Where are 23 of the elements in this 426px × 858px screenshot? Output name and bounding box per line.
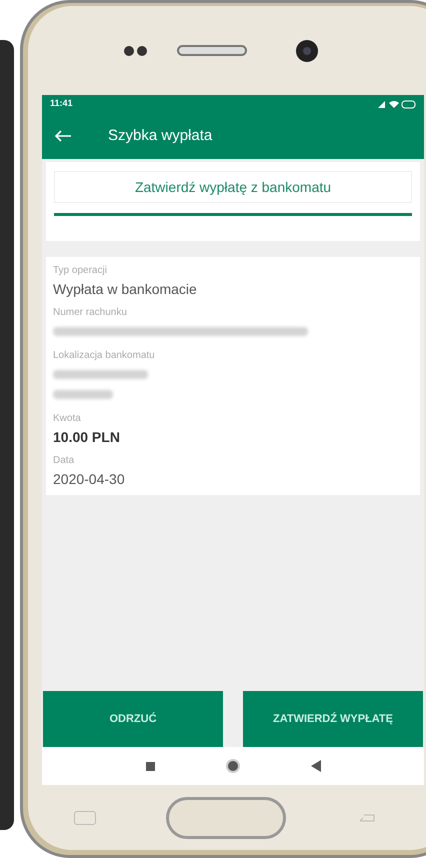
field-value: 2020-04-30: [53, 470, 126, 489]
recents-icon[interactable]: [146, 762, 154, 770]
field-label: Typ operacji: [53, 264, 108, 278]
home-icon[interactable]: [224, 758, 240, 774]
recents-key-icon: [74, 810, 96, 824]
field-label: Kwota: [53, 412, 82, 426]
sensor-dots-icon: [123, 44, 149, 56]
field-label: Data: [53, 454, 76, 468]
camera-icon: [295, 38, 319, 62]
field-label: Numer rachunku: [53, 306, 128, 320]
blurred-text: [53, 390, 113, 399]
field-value: 10.00 PLN: [53, 428, 121, 447]
action-button[interactable]: ZATWIERDŹ WYPŁATĘ: [243, 691, 423, 747]
back-arrow-icon[interactable]: [54, 130, 72, 142]
field-value: Wypłata w bankomacie: [53, 280, 198, 299]
field-label: Lokalizacja bankomatu: [53, 349, 156, 363]
back-icon[interactable]: [310, 760, 320, 772]
screen-title: Szybka wypłata: [108, 126, 212, 146]
status-icons: [376, 99, 416, 109]
speaker-grille: [177, 45, 247, 56]
action-button[interactable]: ODRZUĆ: [43, 691, 223, 747]
status-time: 11:41: [50, 97, 73, 110]
banner-title: Zatwierdź wypłatę z bankomatu: [54, 171, 412, 203]
